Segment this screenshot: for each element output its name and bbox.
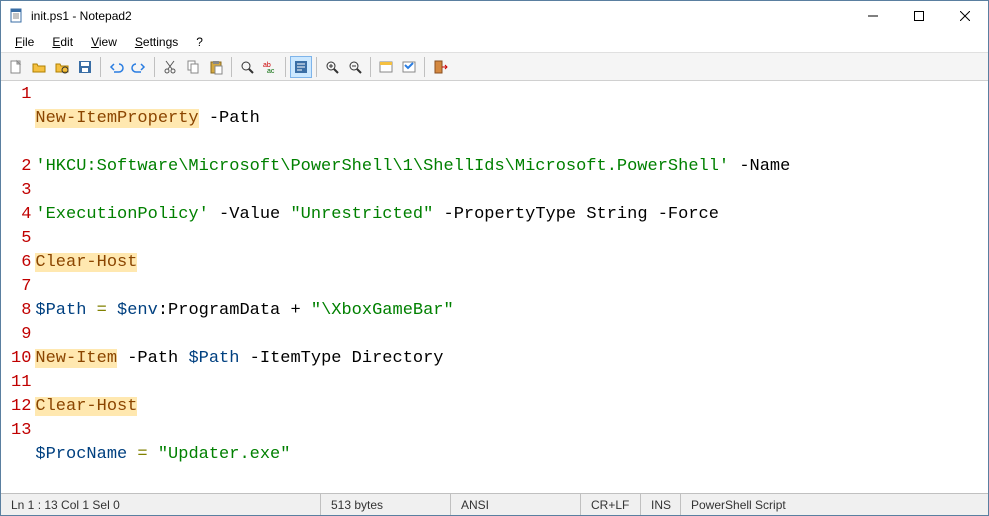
svg-text:ac: ac: [267, 68, 275, 75]
open-file-button[interactable]: [28, 56, 50, 78]
find-button[interactable]: [236, 56, 258, 78]
customize-button[interactable]: [398, 56, 420, 78]
save-button[interactable]: [74, 56, 96, 78]
zoom-out-button[interactable]: [344, 56, 366, 78]
zoom-in-button[interactable]: [321, 56, 343, 78]
menu-settings[interactable]: Settings: [127, 33, 186, 51]
code-line: Clear-Host: [35, 251, 790, 275]
status-size: 513 bytes: [321, 494, 451, 515]
code-line: $Path = $env:ProgramData + "\XboxGameBar…: [35, 299, 790, 323]
paste-button[interactable]: [205, 56, 227, 78]
status-position: Ln 1 : 13 Col 1 Sel 0: [1, 494, 321, 515]
code-line: $ProcName = "Updater.exe": [35, 443, 790, 467]
toolbar-separator: [285, 57, 286, 77]
wordwrap-button[interactable]: [290, 56, 312, 78]
close-button[interactable]: [942, 1, 988, 31]
menu-help[interactable]: ?: [188, 33, 211, 51]
scheme-button[interactable]: [375, 56, 397, 78]
window-title: init.ps1 - Notepad2: [31, 9, 850, 23]
browse-button[interactable]: [51, 56, 73, 78]
status-language[interactable]: PowerShell Script: [681, 494, 988, 515]
menu-view[interactable]: View: [83, 33, 125, 51]
code-line: New-Item -Path $Path -ItemType Directory: [35, 347, 790, 371]
minimize-button[interactable]: [850, 1, 896, 31]
code-line: New-ItemProperty -Path: [35, 107, 790, 131]
copy-button[interactable]: [182, 56, 204, 78]
menu-edit[interactable]: Edit: [44, 33, 81, 51]
editor-area[interactable]: 1 2 3 4 5 6 7 8 9 10 11 12 13 New-ItemPr…: [1, 81, 988, 493]
status-ovr[interactable]: INS: [641, 494, 681, 515]
menu-file[interactable]: File: [7, 33, 42, 51]
toolbar: abac: [1, 53, 988, 81]
app-icon: [9, 8, 25, 24]
undo-button[interactable]: [105, 56, 127, 78]
code-line: Clear-Host: [35, 395, 790, 419]
redo-button[interactable]: [128, 56, 150, 78]
cut-button[interactable]: [159, 56, 181, 78]
statusbar: Ln 1 : 13 Col 1 Sel 0 513 bytes ANSI CR+…: [1, 493, 988, 515]
toolbar-separator: [100, 57, 101, 77]
line-gutter: 1 2 3 4 5 6 7 8 9 10 11 12 13: [1, 81, 35, 493]
menubar: File Edit View Settings ?: [1, 31, 988, 53]
maximize-button[interactable]: [896, 1, 942, 31]
code-content[interactable]: New-ItemProperty -Path 'HKCU:Software\Mi…: [35, 81, 790, 493]
window-buttons: [850, 1, 988, 31]
new-file-button[interactable]: [5, 56, 27, 78]
toolbar-separator: [424, 57, 425, 77]
toolbar-separator: [370, 57, 371, 77]
status-encoding[interactable]: ANSI: [451, 494, 581, 515]
status-eol[interactable]: CR+LF: [581, 494, 641, 515]
titlebar: init.ps1 - Notepad2: [1, 1, 988, 31]
code-line: 'ExecutionPolicy' -Value "Unrestricted" …: [35, 203, 790, 227]
code-line: 'HKCU:Software\Microsoft\PowerShell\1\Sh…: [35, 155, 790, 179]
toolbar-separator: [316, 57, 317, 77]
toolbar-separator: [231, 57, 232, 77]
toolbar-separator: [154, 57, 155, 77]
replace-button[interactable]: abac: [259, 56, 281, 78]
exit-button[interactable]: [429, 56, 451, 78]
